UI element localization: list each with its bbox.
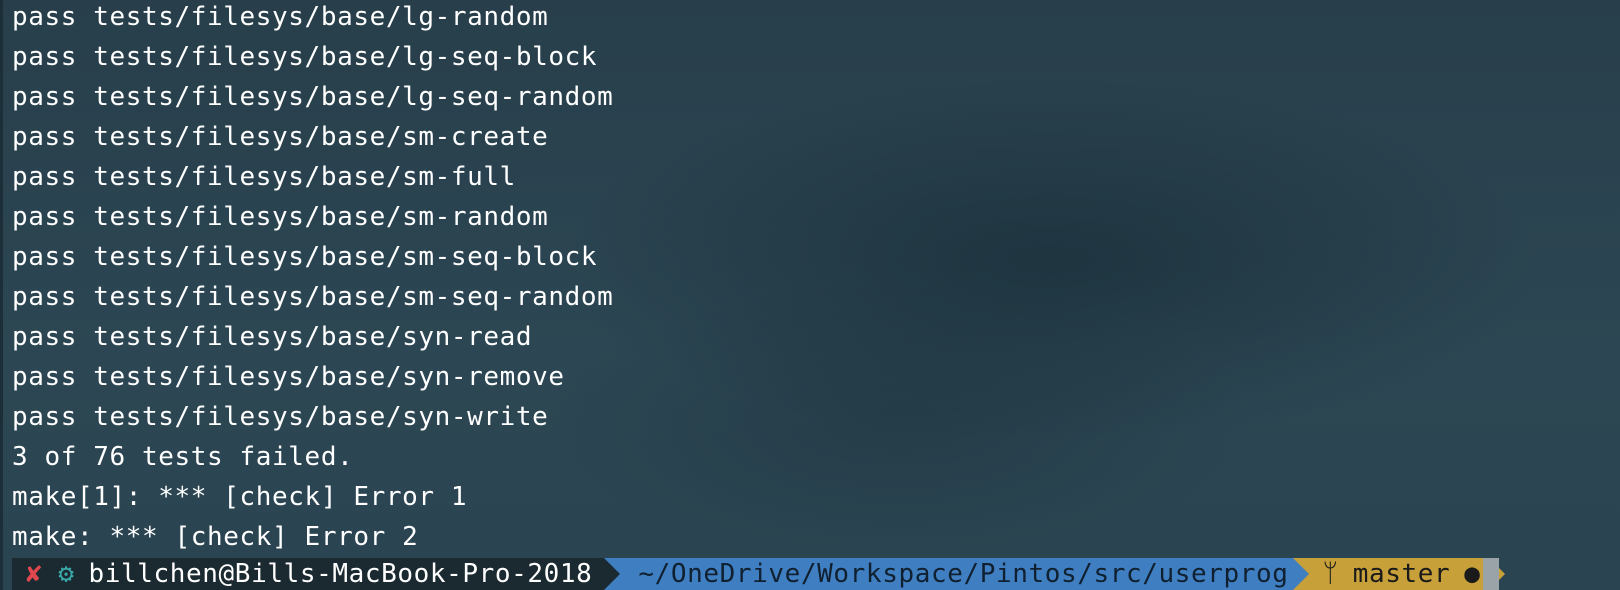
terminal-window[interactable]: pass tests/filesys/base/lg-random pass t… bbox=[0, 0, 1620, 590]
output-line: pass tests/filesys/base/sm-create bbox=[12, 122, 549, 152]
tests-summary-line: 3 of 76 tests failed. bbox=[12, 442, 354, 472]
prompt-git-segment: ᛘ master ● bbox=[1308, 558, 1489, 590]
output-line: pass tests/filesys/base/lg-random bbox=[12, 2, 549, 32]
output-line: pass tests/filesys/base/lg-seq-block bbox=[12, 42, 598, 72]
user-host: billchen@Bills-MacBook-Pro-2018 bbox=[88, 559, 593, 589]
output-line: pass tests/filesys/base/syn-remove bbox=[12, 362, 565, 392]
terminal-output: pass tests/filesys/base/lg-random pass t… bbox=[12, 0, 613, 560]
output-line: pass tests/filesys/base/syn-write bbox=[12, 402, 549, 432]
output-line: pass tests/filesys/base/sm-full bbox=[12, 162, 516, 192]
segment-separator-icon bbox=[1292, 558, 1309, 590]
prompt-directory-segment: ~/OneDrive/Workspace/Pintos/src/userprog bbox=[620, 558, 1293, 590]
output-line: pass tests/filesys/base/sm-seq-random bbox=[12, 282, 614, 312]
git-branch-icon: ᛘ bbox=[1322, 559, 1339, 589]
output-line: pass tests/filesys/base/syn-read bbox=[12, 322, 533, 352]
dirty-dot-icon: ● bbox=[1464, 559, 1481, 589]
gear-icon: ⚙ bbox=[58, 559, 75, 589]
make-error-line: make: *** [check] Error 2 bbox=[12, 522, 419, 552]
prompt-context-segment: ✘ ⚙ billchen@Bills-MacBook-Pro-2018 bbox=[12, 558, 605, 590]
error-x-icon: ✘ bbox=[26, 559, 43, 589]
output-line: pass tests/filesys/base/sm-seq-block bbox=[12, 242, 598, 272]
current-directory: ~/OneDrive/Workspace/Pintos/src/userprog bbox=[638, 559, 1289, 589]
make-error-line: make[1]: *** [check] Error 1 bbox=[12, 482, 468, 512]
text-cursor[interactable] bbox=[1483, 558, 1499, 590]
output-line: pass tests/filesys/base/lg-seq-random bbox=[12, 82, 614, 112]
output-line: pass tests/filesys/base/sm-random bbox=[12, 202, 549, 232]
window-edge bbox=[0, 0, 3, 590]
segment-separator-icon bbox=[604, 558, 621, 590]
shell-prompt: ✘ ⚙ billchen@Bills-MacBook-Pro-2018 ~/On… bbox=[12, 558, 1505, 590]
git-branch-name: master bbox=[1352, 559, 1451, 589]
